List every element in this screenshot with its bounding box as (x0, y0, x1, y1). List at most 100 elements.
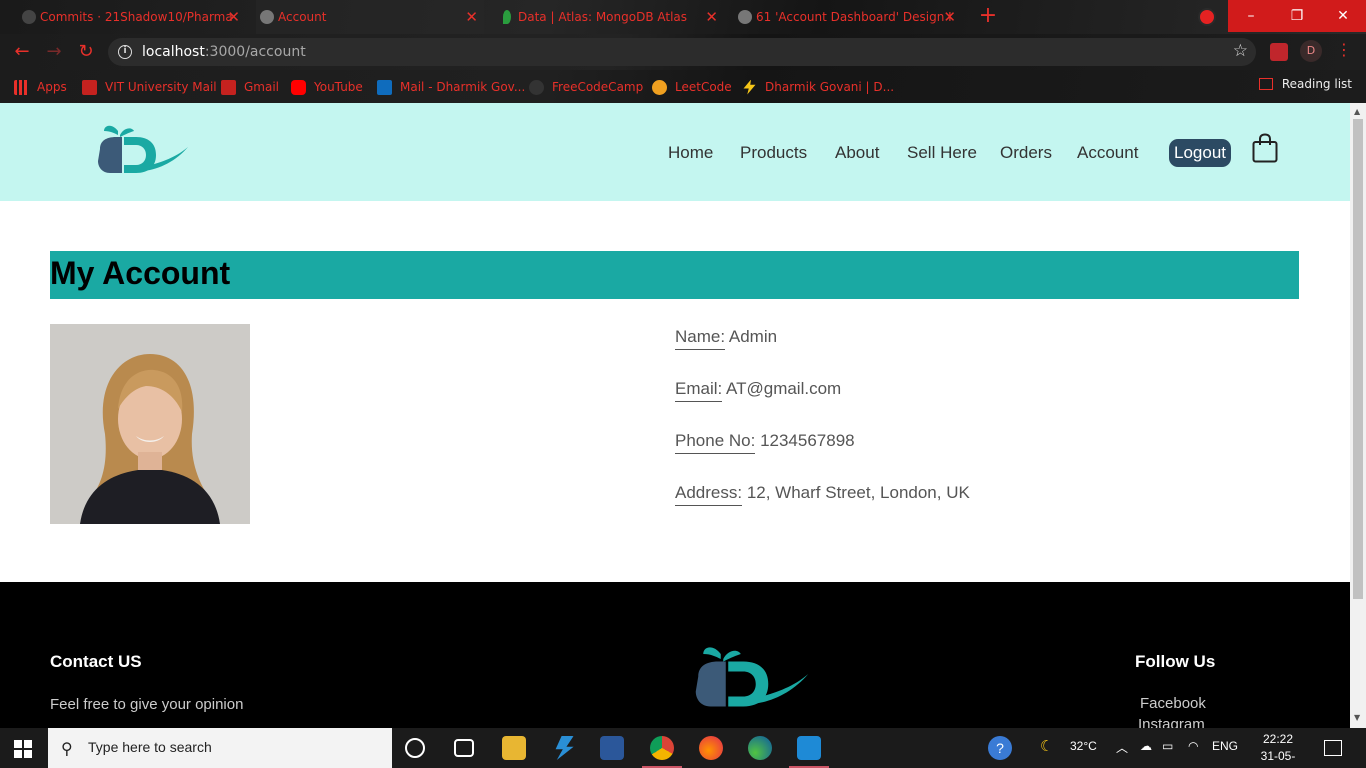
back-arrow-icon[interactable]: ← (12, 42, 32, 62)
instagram-link[interactable]: Instagram (1138, 716, 1205, 728)
tab-account-dashboard-design[interactable]: 61 'Account Dashboard' Design I ✕ (734, 0, 962, 34)
onedrive-icon[interactable]: ☁ (1140, 739, 1152, 753)
bookmark-star-icon[interactable]: ☆ (1233, 41, 1248, 61)
globe-icon (738, 10, 752, 24)
taskbar-search[interactable]: ⚲ Type here to search (48, 728, 392, 768)
edge-icon[interactable] (748, 736, 772, 760)
site-logo[interactable] (96, 123, 190, 179)
facebook-link[interactable]: Facebook (1140, 695, 1206, 712)
reload-icon[interactable]: ↻ (76, 42, 96, 62)
site-header: Home Products About Sell Here Orders Acc… (0, 103, 1350, 201)
firefox-icon[interactable] (699, 736, 723, 760)
nav-orders[interactable]: Orders (1000, 143, 1052, 163)
wifi-icon[interactable]: ◠ (1188, 739, 1198, 753)
info-phone: Phone No: 1234567898 (675, 431, 855, 454)
browser-tab-strip: Commits · 21Shadow10/Pharma ✕ Account ✕ … (0, 0, 1366, 34)
nav-account[interactable]: Account (1077, 143, 1138, 163)
shopping-bag-icon[interactable] (1252, 133, 1278, 163)
cortana-icon[interactable] (405, 738, 425, 758)
youtube-icon (291, 79, 306, 95)
extension-puzzle-icon[interactable] (1270, 43, 1288, 61)
bookmark-dharmik-govani[interactable]: Dharmik Govani | D... (742, 77, 894, 97)
chrome-icon[interactable] (642, 736, 682, 768)
footer-logo (695, 647, 809, 707)
clock-date: 31-05-2021 (1260, 749, 1296, 768)
profile-photo (50, 324, 250, 524)
search-placeholder: Type here to search (88, 739, 212, 755)
tab-title: Account (278, 10, 327, 24)
follow-title: Follow Us (1135, 652, 1216, 671)
tab-github-commits[interactable]: Commits · 21Shadow10/Pharma ✕ (18, 0, 246, 34)
task-view-icon[interactable] (454, 739, 474, 757)
logout-button[interactable]: Logout (1169, 139, 1231, 167)
bookmark-apps[interactable]: Apps (14, 77, 67, 97)
reading-list-icon (1258, 78, 1273, 90)
tab-account[interactable]: Account ✕ (256, 0, 484, 34)
contact-title: Contact US (50, 652, 142, 671)
scroll-up-icon[interactable]: ▲ (1354, 107, 1360, 116)
vscode-icon[interactable] (789, 736, 829, 768)
outlook-icon (377, 79, 392, 95)
browser-toolbar: ← → ↻ i localhost:3000/account ☆ D ⋮ (0, 34, 1366, 70)
bookmark-outlook-mail[interactable]: Mail - Dharmik Gov... (377, 77, 525, 97)
close-tab-icon[interactable]: ✕ (943, 8, 956, 26)
bookmark-gmail[interactable]: Gmail (221, 77, 279, 97)
notification-icon[interactable] (1324, 740, 1342, 756)
minimize-button[interactable]: – (1228, 0, 1274, 32)
page-scrollbar[interactable]: ▲ ▼ (1350, 103, 1366, 728)
nav-about[interactable]: About (835, 143, 879, 163)
bookmark-freecodecamp[interactable]: FreeCodeCamp (529, 77, 643, 97)
scrollbar-thumb[interactable] (1353, 119, 1363, 599)
profile-badge-icon[interactable] (1198, 8, 1216, 26)
info-address: Address: 12, Wharf Street, London, UK (675, 483, 970, 506)
lightning-icon (743, 79, 756, 95)
bookmark-vit-mail[interactable]: VIT University Mail (82, 77, 217, 97)
address-bar[interactable]: i localhost:3000/account ☆ (108, 38, 1256, 66)
site-info-icon[interactable]: i (118, 45, 132, 59)
scroll-down-icon[interactable]: ▼ (1354, 713, 1360, 722)
battery-icon[interactable]: ▭ (1162, 739, 1173, 753)
gmail-icon (82, 79, 97, 95)
bookmarks-bar: Apps VIT University Mail Gmail YouTube M… (0, 70, 1366, 103)
weather-icon[interactable]: ☾ (1040, 737, 1053, 755)
windows-taskbar: ⚲ Type here to search ? ☾ 32°C ︿ ☁ ▭ ◠ E… (0, 728, 1366, 768)
taskbar-clock[interactable]: 22:22 31-05-2021 (1252, 731, 1304, 768)
github-icon (22, 10, 36, 24)
weather-temp[interactable]: 32°C (1070, 739, 1097, 753)
close-tab-icon[interactable]: ✕ (227, 8, 240, 26)
tab-title: Data | Atlas: MongoDB Atlas (518, 10, 688, 24)
tab-mongodb-atlas[interactable]: Data | Atlas: MongoDB Atlas ✕ (496, 0, 724, 34)
leetcode-icon (652, 79, 667, 95)
word-icon[interactable] (600, 736, 624, 760)
sourcetree-icon[interactable] (555, 736, 574, 760)
account-banner: My Account (50, 251, 1299, 299)
tray-chevron-icon[interactable]: ︿ (1116, 739, 1128, 756)
language-indicator[interactable]: ENG (1212, 739, 1238, 753)
nav-home[interactable]: Home (668, 143, 713, 163)
profile-avatar[interactable]: D (1300, 40, 1322, 62)
forward-arrow-icon[interactable]: → (44, 42, 64, 62)
menu-kebab-icon[interactable]: ⋮ (1336, 40, 1352, 59)
new-tab-button[interactable]: + (976, 4, 1000, 28)
close-tab-icon[interactable]: ✕ (705, 8, 718, 26)
page-viewport: Home Products About Sell Here Orders Acc… (0, 103, 1350, 728)
nav-products[interactable]: Products (740, 143, 807, 163)
mongodb-leaf-icon (503, 10, 511, 24)
bookmark-youtube[interactable]: YouTube (291, 77, 363, 97)
bookmark-leetcode[interactable]: LeetCode (652, 77, 732, 97)
help-icon[interactable]: ? (988, 736, 1012, 760)
site-footer: Contact US Feel free to give your opinio… (0, 582, 1350, 728)
close-window-button[interactable]: ✕ (1320, 0, 1366, 32)
contact-text: Feel free to give your opinion (50, 696, 244, 713)
file-explorer-icon[interactable] (502, 736, 526, 760)
gmail-icon (221, 79, 236, 95)
info-name: Name: Admin (675, 327, 777, 350)
apps-grid-icon (14, 79, 29, 95)
close-tab-icon[interactable]: ✕ (465, 8, 478, 26)
nav-sell-here[interactable]: Sell Here (907, 143, 977, 163)
windows-start-icon[interactable] (14, 740, 32, 758)
reading-list[interactable]: Reading list (1258, 77, 1352, 91)
search-icon: ⚲ (61, 739, 73, 758)
info-email: Email: AT@gmail.com (675, 379, 841, 402)
restore-button[interactable]: ❐ (1274, 0, 1320, 32)
